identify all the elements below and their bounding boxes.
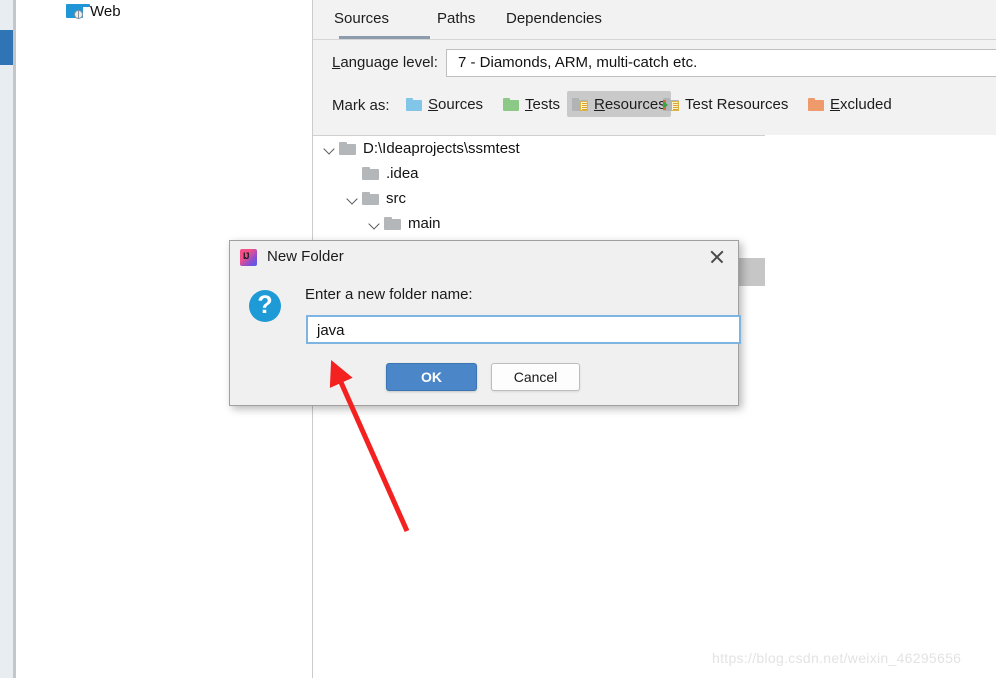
tree-row[interactable]: src <box>346 186 406 211</box>
chevron-down-icon[interactable] <box>323 142 336 155</box>
test-resources-folder-icon <box>663 97 679 111</box>
folder-name-input[interactable]: java <box>306 315 741 344</box>
tree-row-label: src <box>386 190 406 207</box>
language-level-row: Language level: 7 - Diamonds, ARM, multi… <box>313 40 996 88</box>
mark-as-label: Mark as: <box>332 97 390 114</box>
language-level-label-rest: anguage level: <box>340 54 438 71</box>
sources-folder-icon <box>406 97 422 111</box>
tree-item-web[interactable]: Web <box>66 0 121 22</box>
mark-as-test-resources-button[interactable]: Test Resources <box>658 91 793 117</box>
language-level-combobox[interactable]: 7 - Diamonds, ARM, multi-catch etc. <box>446 49 996 77</box>
mark-as-tests-button[interactable]: Tests <box>498 91 565 117</box>
tab-paths[interactable]: Paths <box>429 6 483 32</box>
dialog-title: New Folder <box>267 248 344 265</box>
close-icon[interactable] <box>706 246 728 268</box>
left-vertical-scrollbar-track[interactable] <box>0 0 13 678</box>
chevron-down-icon[interactable] <box>346 192 359 205</box>
tree-row-label: D:\Ideaprojects\ssmtest <box>363 140 520 157</box>
mark-as-excluded-label: xcluded <box>840 95 892 113</box>
folder-icon <box>339 142 356 155</box>
tree-row-label: .idea <box>386 165 419 182</box>
web-folder-icon <box>66 4 90 19</box>
mark-as-sources-mnemonic: S <box>428 95 439 113</box>
mark-as-excluded-mnemonic: E <box>830 95 841 113</box>
mark-as-tests-label: ests <box>532 95 561 113</box>
tree-row[interactable]: main <box>368 211 441 236</box>
tests-folder-icon <box>503 97 519 111</box>
question-mark-icon <box>249 289 281 322</box>
mark-as-tests-mnemonic: T <box>525 95 533 113</box>
folder-icon <box>384 217 401 230</box>
excluded-folder-icon <box>808 97 824 111</box>
tab-sources[interactable]: Sources <box>326 6 397 32</box>
ok-button[interactable]: OK <box>386 363 477 391</box>
watermark-text: https://blog.csdn.net/weixin_46295656 <box>712 650 962 666</box>
resources-folder-icon <box>572 97 588 111</box>
mark-as-sources-button[interactable]: Sources <box>401 91 488 117</box>
folder-icon <box>362 192 379 205</box>
tree-row[interactable]: .idea <box>346 161 419 186</box>
tree-row[interactable]: D:\Ideaprojects\ssmtest <box>323 136 520 161</box>
mark-as-resources-button[interactable]: Resources <box>567 91 671 117</box>
dialog-prompt-label: Enter a new folder name: <box>305 286 473 303</box>
left-vertical-scrollbar-thumb[interactable] <box>0 30 13 65</box>
tree-vertical-scrollbar-thumb[interactable] <box>739 258 765 286</box>
mark-as-excluded-button[interactable]: Excluded <box>803 91 897 117</box>
tree-item-web-label: Web <box>90 2 121 20</box>
language-level-label: Language level: <box>332 54 438 71</box>
tabbar: Sources Paths Dependencies <box>313 0 996 40</box>
mark-as-row: Mark as: Sources Tests Resources Test Re… <box>313 88 996 135</box>
mark-as-sources-label: ources <box>438 95 484 113</box>
cancel-button[interactable]: Cancel <box>491 363 580 391</box>
intellij-app-icon <box>240 249 257 266</box>
folder-name-input-value: java <box>317 322 345 339</box>
mark-as-resources-label: esources <box>604 95 666 113</box>
dialog-titlebar: New Folder <box>230 241 738 274</box>
tree-vertical-scrollbar-track[interactable] <box>739 136 765 367</box>
mark-as-test-resources-label: Test Resources <box>685 95 789 113</box>
tree-row-label: main <box>408 215 441 232</box>
chevron-down-icon[interactable] <box>368 217 381 230</box>
mark-as-resources-mnemonic: R <box>594 95 605 113</box>
chevron-placeholder-icon <box>346 167 359 180</box>
tab-dependencies[interactable]: Dependencies <box>498 6 610 32</box>
folder-icon <box>362 167 379 180</box>
language-level-value: 7 - Diamonds, ARM, multi-catch etc. <box>458 54 698 71</box>
